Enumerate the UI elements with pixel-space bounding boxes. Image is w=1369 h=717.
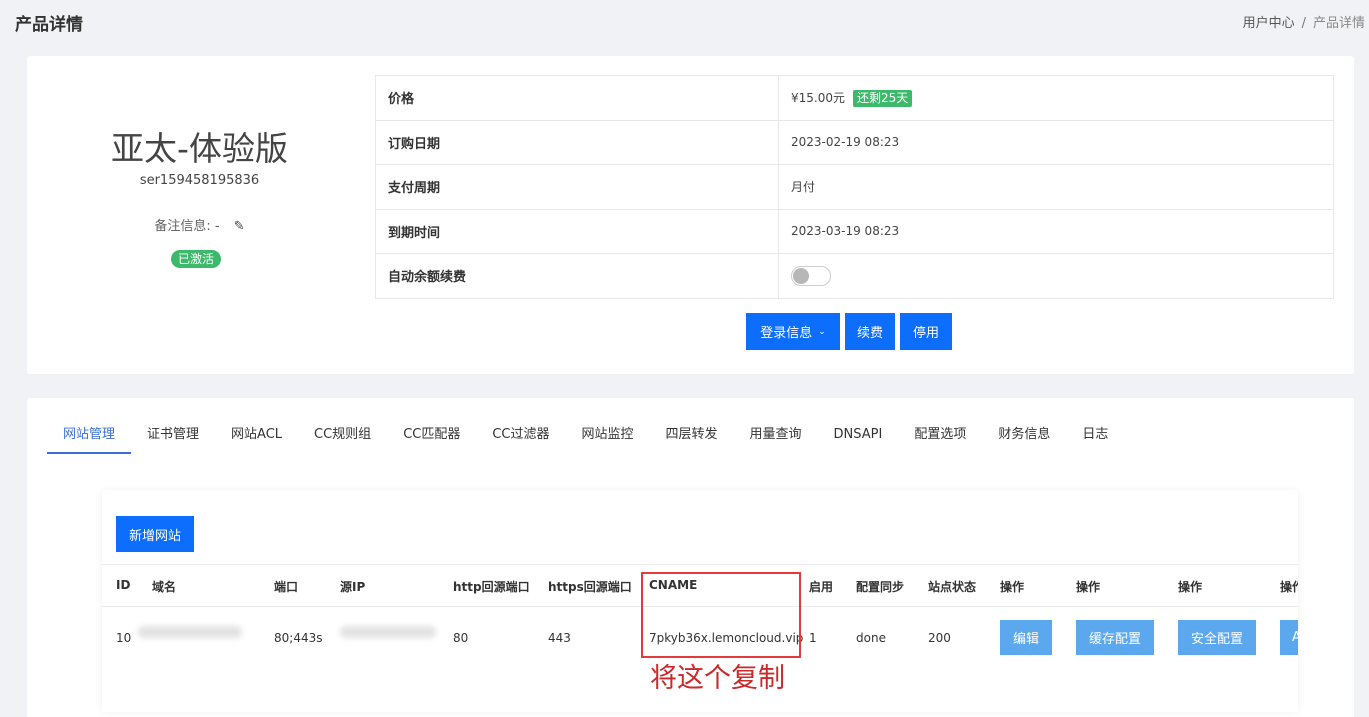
tab-site-management[interactable]: 网站管理 [47, 424, 132, 454]
product-card: 亚太-体验版 ser159458195836 备注信息: - ✎ 已激活 价格 … [27, 56, 1354, 374]
login-info-button[interactable]: 登录信息 ⌄ [746, 313, 840, 350]
col-header-id: ID [116, 578, 131, 592]
col-header-op: 操作 [1000, 580, 1025, 594]
tab-bar: 网站管理 证书管理 网站ACL CC规则组 CC匹配器 CC过滤器 网站监控 四… [47, 424, 1124, 454]
status-badge: 已激活 [171, 250, 222, 268]
redacted-source-ip [340, 626, 436, 638]
expire-label: 到期时间 [375, 208, 779, 254]
breadcrumb: 用户中心 / 产品详情 [1243, 12, 1365, 31]
cell-status: 200 [928, 631, 951, 645]
remark: 备注信息: - ✎ [27, 215, 372, 234]
col-header-op: 操作 [1280, 580, 1298, 594]
order-date-value: 2023-02-19 08:23 [778, 119, 1334, 165]
tab-cc-filter[interactable]: CC过滤器 [476, 424, 565, 454]
remark-label: 备注信息: [154, 219, 211, 234]
price-label: 价格 [375, 75, 779, 121]
price-value: ¥15.00元 [791, 90, 845, 105]
breadcrumb-current: 产品详情 [1312, 16, 1365, 31]
tab-usage-query[interactable]: 用量查询 [734, 424, 818, 454]
breadcrumb-user-center[interactable]: 用户中心 [1243, 16, 1295, 31]
tab-l4-forward[interactable]: 四层转发 [650, 424, 734, 454]
acl-button[interactable]: ACL [1280, 620, 1298, 655]
tab-site-monitor[interactable]: 网站监控 [566, 424, 650, 454]
cache-config-button[interactable]: 缓存配置 [1076, 620, 1154, 655]
table-row: 订购日期 2023-02-19 08:23 [375, 119, 1334, 165]
tab-dnsapi[interactable]: DNSAPI [818, 424, 899, 454]
col-header-https-port: https回源端口 [548, 580, 632, 594]
auto-renew-toggle[interactable] [791, 265, 831, 286]
product-name: 亚太-体验版 [111, 129, 288, 168]
product-id: ser159458195836 [139, 173, 260, 188]
add-site-button[interactable]: 新增网站 [116, 516, 194, 552]
tab-cc-matcher[interactable]: CC匹配器 [387, 424, 476, 454]
breadcrumb-separator: / [1301, 16, 1306, 31]
table-row: 自动余额续费 [375, 253, 1334, 299]
tab-config-options[interactable]: 配置选项 [898, 424, 982, 454]
tab-cc-rule-group[interactable]: CC规则组 [298, 424, 387, 454]
edit-pencil-icon[interactable]: ✎ [234, 219, 245, 234]
col-header-op: 操作 [1076, 580, 1101, 594]
col-header-http-port: http回源端口 [453, 580, 530, 594]
auto-renew-label: 自动余额续费 [375, 253, 779, 299]
tab-finance[interactable]: 财务信息 [982, 424, 1066, 454]
tab-site-acl[interactable]: 网站ACL [215, 424, 298, 454]
col-header-status: 站点状态 [928, 580, 977, 594]
tab-cert-management[interactable]: 证书管理 [131, 424, 215, 454]
cell-port: 80;443s [274, 631, 323, 645]
col-header-source-ip: 源IP [340, 580, 366, 594]
edit-button[interactable]: 编辑 [1000, 620, 1052, 655]
login-info-label: 登录信息 [760, 326, 813, 341]
expire-value: 2023-03-19 08:23 [778, 208, 1334, 254]
col-header-domain: 域名 [152, 580, 177, 594]
redacted-domain [138, 626, 242, 638]
page-title: 产品详情 [15, 15, 83, 35]
table-row: 到期时间 2023-03-19 08:23 [375, 208, 1334, 254]
table-row: 价格 ¥15.00元 还剩25天 [375, 75, 1334, 121]
col-header-sync: 配置同步 [856, 580, 905, 594]
cell-https-port: 443 [548, 631, 571, 645]
cell-enabled: 1 [809, 631, 817, 645]
col-header-op: 操作 [1178, 580, 1203, 594]
table-row: 支付周期 月付 [375, 164, 1334, 210]
remark-value: - [214, 219, 220, 234]
tab-logs[interactable]: 日志 [1066, 424, 1124, 454]
table-divider [102, 564, 1298, 565]
cell-id: 10 [116, 631, 132, 645]
col-header-port: 端口 [274, 580, 299, 594]
cell-sync: done [856, 631, 886, 645]
security-config-button[interactable]: 安全配置 [1178, 620, 1256, 655]
order-date-label: 订购日期 [375, 119, 779, 165]
days-left-badge: 还剩25天 [853, 89, 913, 107]
chevron-down-icon: ⌄ [818, 326, 826, 337]
info-table: 价格 ¥15.00元 还剩25天 订购日期 2023-02-19 08:23 支付… [375, 75, 1334, 299]
cell-http-port: 80 [453, 631, 469, 645]
copy-annotation: 将这个复制 [650, 663, 785, 694]
renew-button[interactable]: 续费 [845, 313, 895, 350]
cycle-label: 支付周期 [375, 164, 779, 210]
price-cell: ¥15.00元 还剩25天 [778, 75, 1334, 121]
cname-highlight-box [641, 572, 801, 658]
cycle-value: 月付 [778, 164, 1334, 210]
stop-button[interactable]: 停用 [900, 313, 952, 350]
auto-renew-cell [778, 253, 1334, 299]
col-header-enabled: 启用 [809, 580, 834, 594]
